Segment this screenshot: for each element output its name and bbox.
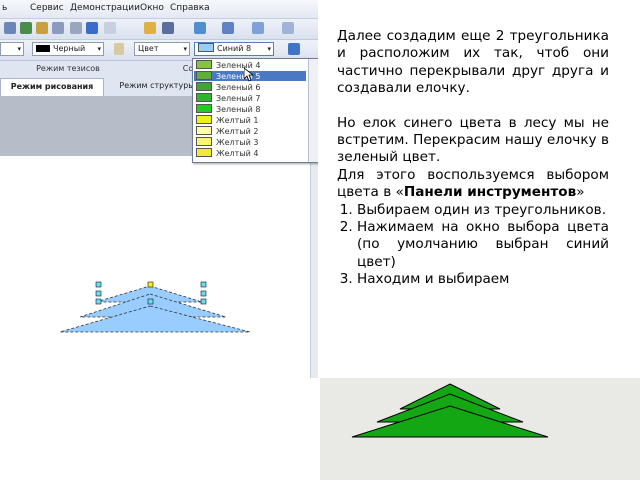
color-option[interactable]: Зеленый 7 (194, 93, 306, 103)
toolbar-icon[interactable] (4, 22, 16, 34)
color-option-label: Зеленый 8 (216, 105, 261, 114)
selection-handle[interactable] (95, 290, 102, 297)
chart-icon[interactable] (144, 22, 156, 34)
fill-color-dropdown[interactable]: Зеленый 4 Зеленый 5 Зеленый 6 Зеленый 7 … (192, 58, 318, 163)
slide[interactable] (0, 156, 310, 378)
color-option[interactable]: Зеленый 8 (194, 104, 306, 114)
paragraph-toolbar: Для этого воспользуемся выбором цвета в … (337, 167, 609, 202)
toolbar-icon[interactable] (252, 22, 264, 34)
standard-toolbar (0, 19, 318, 40)
color-swatch (196, 126, 212, 135)
color-option-label: Зеленый 6 (216, 83, 261, 92)
color-option-label: Желтый 1 (216, 116, 259, 125)
shadow-icon[interactable] (288, 43, 300, 55)
color-option[interactable]: Желтый 3 (194, 137, 306, 147)
area-style-label: Цвет (138, 44, 159, 53)
selection-handle[interactable] (200, 290, 207, 297)
line-color-combo[interactable]: Черный ▾ (32, 42, 104, 56)
undo-icon[interactable] (86, 22, 98, 34)
color-swatch (196, 115, 212, 124)
table-icon[interactable] (162, 22, 174, 34)
toolbar-icon[interactable] (36, 22, 48, 34)
menu-item-service[interactable]: Сервис (30, 3, 64, 13)
redo-icon[interactable] (104, 22, 116, 34)
blue-swatch (198, 43, 214, 52)
fill-color-label: Синий 8 (217, 44, 252, 53)
color-swatch (196, 148, 212, 157)
steps-list: Выбираем один из треугольников. Нажимаем… (337, 202, 609, 289)
color-option-label: Зеленый 7 (216, 94, 261, 103)
color-option[interactable]: Желтый 2 (194, 126, 306, 136)
tree-triangle-bottom[interactable] (59, 305, 251, 333)
tab-outline[interactable]: Режим тезисов (10, 61, 126, 77)
tab-structure[interactable]: Режим структуры (112, 78, 202, 94)
color-option[interactable]: Желтый 4 (194, 148, 306, 158)
toolbar-icon[interactable] (222, 22, 234, 34)
color-swatch (196, 137, 212, 146)
selection-handle[interactable] (95, 281, 102, 288)
lesson-text: Далее создадим еще 2 треугольника и расп… (337, 28, 609, 289)
color-option-label: Желтый 4 (216, 149, 259, 158)
paragraph-create-triangles: Далее создадим еще 2 треугольника и расп… (337, 28, 609, 97)
color-swatch (196, 60, 212, 69)
area-style-combo[interactable]: Цвет ▾ (134, 42, 190, 56)
menu-item-window[interactable]: Окно (140, 3, 164, 13)
selection-handle[interactable] (95, 298, 102, 305)
toolbar-icon[interactable] (20, 22, 32, 34)
green-tree-drawing (351, 383, 549, 438)
tab-drawing[interactable]: Режим рисования (0, 78, 104, 96)
paragraph-toolbar-end: » (576, 184, 585, 201)
fill-bucket-icon[interactable] (114, 43, 124, 55)
color-swatch (196, 82, 212, 91)
menu-item-demonstration[interactable]: Демонстрации (70, 3, 140, 13)
color-option-label: Желтый 2 (216, 127, 259, 136)
toolbar-name-bold: Панели инструментов (403, 184, 577, 201)
step-item: Находим и выбираем (357, 271, 609, 288)
step-item: Нажимаем на окно выбора цвета (по умолча… (357, 219, 609, 271)
selection-handle[interactable] (200, 281, 207, 288)
toolbar-icon[interactable] (194, 22, 206, 34)
color-option[interactable]: Зеленый 6 (194, 82, 306, 92)
color-swatch (196, 93, 212, 102)
line-color-label: Черный (53, 44, 86, 53)
menu-item-help[interactable]: Справка (170, 3, 210, 13)
toolbar-icon[interactable] (282, 22, 294, 34)
toolbar-icon[interactable] (52, 22, 64, 34)
menu-bar: ь Сервис Демонстрации Окно Справка (0, 0, 318, 19)
toolbar-icon[interactable] (70, 22, 82, 34)
line-style-combo[interactable]: ▾ (0, 42, 24, 56)
color-option[interactable]: Желтый 1 (194, 115, 306, 125)
green-tree-image (320, 378, 640, 480)
color-swatch (196, 104, 212, 113)
dropdown-scrollbar[interactable] (308, 59, 318, 162)
paragraph-recolor: Но елок синего цвета в лесу мы не встрет… (337, 114, 609, 166)
menu-item-partial[interactable]: ь (2, 3, 7, 13)
color-option-label: Желтый 3 (216, 138, 259, 147)
color-swatch (196, 71, 212, 80)
fill-color-combo[interactable]: Синий 8 ▾ (194, 42, 274, 56)
mouse-cursor-icon (244, 68, 254, 82)
black-swatch (36, 45, 50, 52)
selection-handle[interactable] (200, 298, 207, 305)
selection-handle[interactable] (147, 298, 154, 305)
blue-tree-drawing (59, 281, 251, 333)
selection-handle[interactable] (147, 281, 154, 288)
step-item: Выбираем один из треугольников. (357, 202, 609, 219)
app-screenshot: ь Сервис Демонстрации Окно Справка ▾ Чер… (0, 0, 318, 378)
